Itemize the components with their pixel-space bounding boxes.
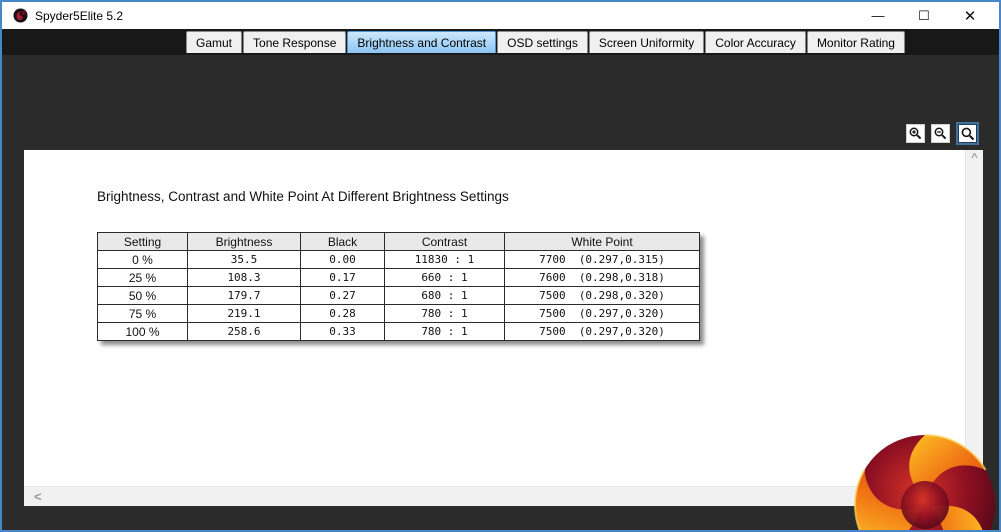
table-cell: 25 % — [97, 268, 188, 287]
table-cell: 50 % — [97, 286, 188, 305]
report-panel: Brightness, Contrast and White Point At … — [24, 150, 983, 506]
zoom-select-button[interactable] — [956, 122, 979, 145]
title-bar: Spyder5Elite 5.2 — ☐ ✕ — [2, 2, 999, 29]
header-brightness: Brightness — [187, 232, 301, 251]
table-cell: 680 : 1 — [384, 286, 505, 305]
window-title: Spyder5Elite 5.2 — [35, 8, 124, 23]
table-cell: 35.5 — [187, 250, 301, 269]
header-contrast: Contrast — [384, 232, 505, 251]
table-cell: 0.33 — [300, 322, 385, 341]
header-black: Black — [300, 232, 385, 251]
zoom-toolbar — [900, 122, 979, 145]
horizontal-scrollbar[interactable]: < — [24, 486, 983, 506]
main-area: Brightness, Contrast and White Point At … — [2, 55, 999, 530]
app-window: Spyder5Elite 5.2 — ☐ ✕ Gamut Tone Respon… — [0, 0, 1001, 532]
tab-monitor-rating[interactable]: Monitor Rating — [806, 31, 905, 53]
table-cell: 258.6 — [187, 322, 301, 341]
table-cell: 7500 (0.298,0.320) — [504, 286, 700, 305]
table-row: 75 % 219.1 0.28 780 : 1 7500 (0.297,0.32… — [97, 304, 700, 323]
tab-color-accuracy[interactable]: Color Accuracy — [705, 31, 806, 53]
table-header-row: Setting Brightness Black Contrast White … — [97, 232, 700, 251]
table-cell: 7700 (0.297,0.315) — [504, 250, 700, 269]
zoom-in-button[interactable] — [906, 124, 925, 143]
kitguru-logo — [854, 434, 995, 530]
table-cell: 7600 (0.298,0.318) — [504, 268, 700, 287]
table-cell: 75 % — [97, 304, 188, 323]
window-controls: — ☐ ✕ — [855, 2, 993, 29]
table-cell: 780 : 1 — [384, 304, 505, 323]
table-cell: 0.28 — [300, 304, 385, 323]
table-cell: 0.17 — [300, 268, 385, 287]
table-cell: 0.27 — [300, 286, 385, 305]
tab-osd-settings[interactable]: OSD settings — [497, 31, 588, 53]
report-title: Brightness, Contrast and White Point At … — [97, 189, 509, 204]
table-cell: 219.1 — [187, 304, 301, 323]
close-button[interactable]: ✕ — [947, 2, 993, 29]
tab-brightness-and-contrast[interactable]: Brightness and Contrast — [347, 31, 497, 53]
table-cell: 7500 (0.297,0.320) — [504, 304, 700, 323]
app-logo-icon — [13, 8, 28, 23]
table-row: 100 % 258.6 0.33 780 : 1 7500 (0.297,0.3… — [97, 322, 700, 341]
table-cell: 0 % — [97, 250, 188, 269]
table-cell: 0.00 — [300, 250, 385, 269]
tab-gamut[interactable]: Gamut — [186, 31, 243, 53]
tab-screen-uniformity[interactable]: Screen Uniformity — [588, 31, 705, 53]
header-setting: Setting — [97, 232, 188, 251]
table-row: 25 % 108.3 0.17 660 : 1 7600 (0.298,0.31… — [97, 268, 700, 287]
minimize-button[interactable]: — — [855, 2, 901, 29]
table-row: 50 % 179.7 0.27 680 : 1 7500 (0.298,0.32… — [97, 286, 700, 305]
zoom-in-icon — [909, 127, 922, 140]
scroll-left-icon[interactable]: < — [34, 489, 42, 504]
zoom-out-icon — [934, 127, 947, 140]
tab-bar: Gamut Tone Response Brightness and Contr… — [2, 29, 999, 55]
header-white-point: White Point — [504, 232, 700, 251]
table-cell: 100 % — [97, 322, 188, 341]
table-row: 0 % 35.5 0.00 11830 : 1 7700 (0.297,0.31… — [97, 250, 700, 269]
table-cell: 179.7 — [187, 286, 301, 305]
maximize-button[interactable]: ☐ — [901, 2, 947, 29]
table-cell: 660 : 1 — [384, 268, 505, 287]
table-cell: 7500 (0.297,0.320) — [504, 322, 700, 341]
tab-tone-response[interactable]: Tone Response — [243, 31, 347, 53]
zoom-select-icon — [961, 127, 974, 140]
results-table: Setting Brightness Black Contrast White … — [97, 232, 700, 341]
table-cell: 108.3 — [187, 268, 301, 287]
table-cell: 11830 : 1 — [384, 250, 505, 269]
table-cell: 780 : 1 — [384, 322, 505, 341]
zoom-out-button[interactable] — [931, 124, 950, 143]
